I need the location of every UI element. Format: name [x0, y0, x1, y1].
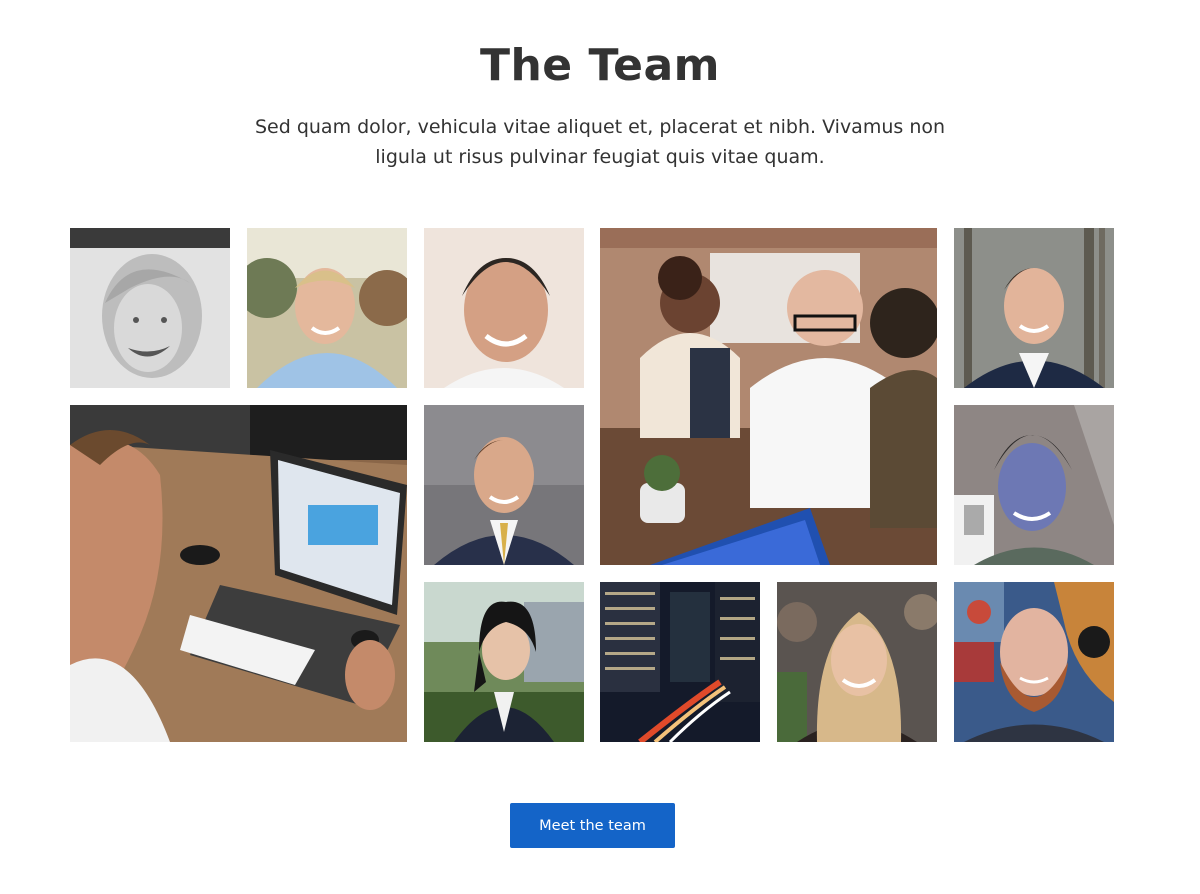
team-photo-laptop-workspace	[70, 405, 407, 742]
team-photo-man-beard	[954, 582, 1114, 742]
section-description: Sed quam dolor, vehicula vitae aliquet e…	[254, 116, 946, 168]
team-photo-woman-blonde	[777, 582, 937, 742]
team-photo-woman-grayscale	[70, 228, 230, 388]
section-title: The Team	[479, 40, 721, 91]
team-photo-woman-blazer	[424, 582, 584, 742]
team-photo-man-selfie	[954, 405, 1114, 565]
meet-the-team-button[interactable]: Meet the team	[510, 803, 675, 848]
team-photo-meeting-group	[600, 228, 937, 565]
team-photo-man-navy-suit	[954, 228, 1114, 388]
team-photo-man-smiling	[424, 228, 584, 388]
team-photo-man-suit-tie	[424, 405, 584, 565]
team-photo-man-blue-shirt	[247, 228, 407, 388]
team-section: The Team Sed quam dolor, vehicula vitae …	[0, 0, 1200, 894]
team-photo-city-night	[600, 582, 760, 742]
